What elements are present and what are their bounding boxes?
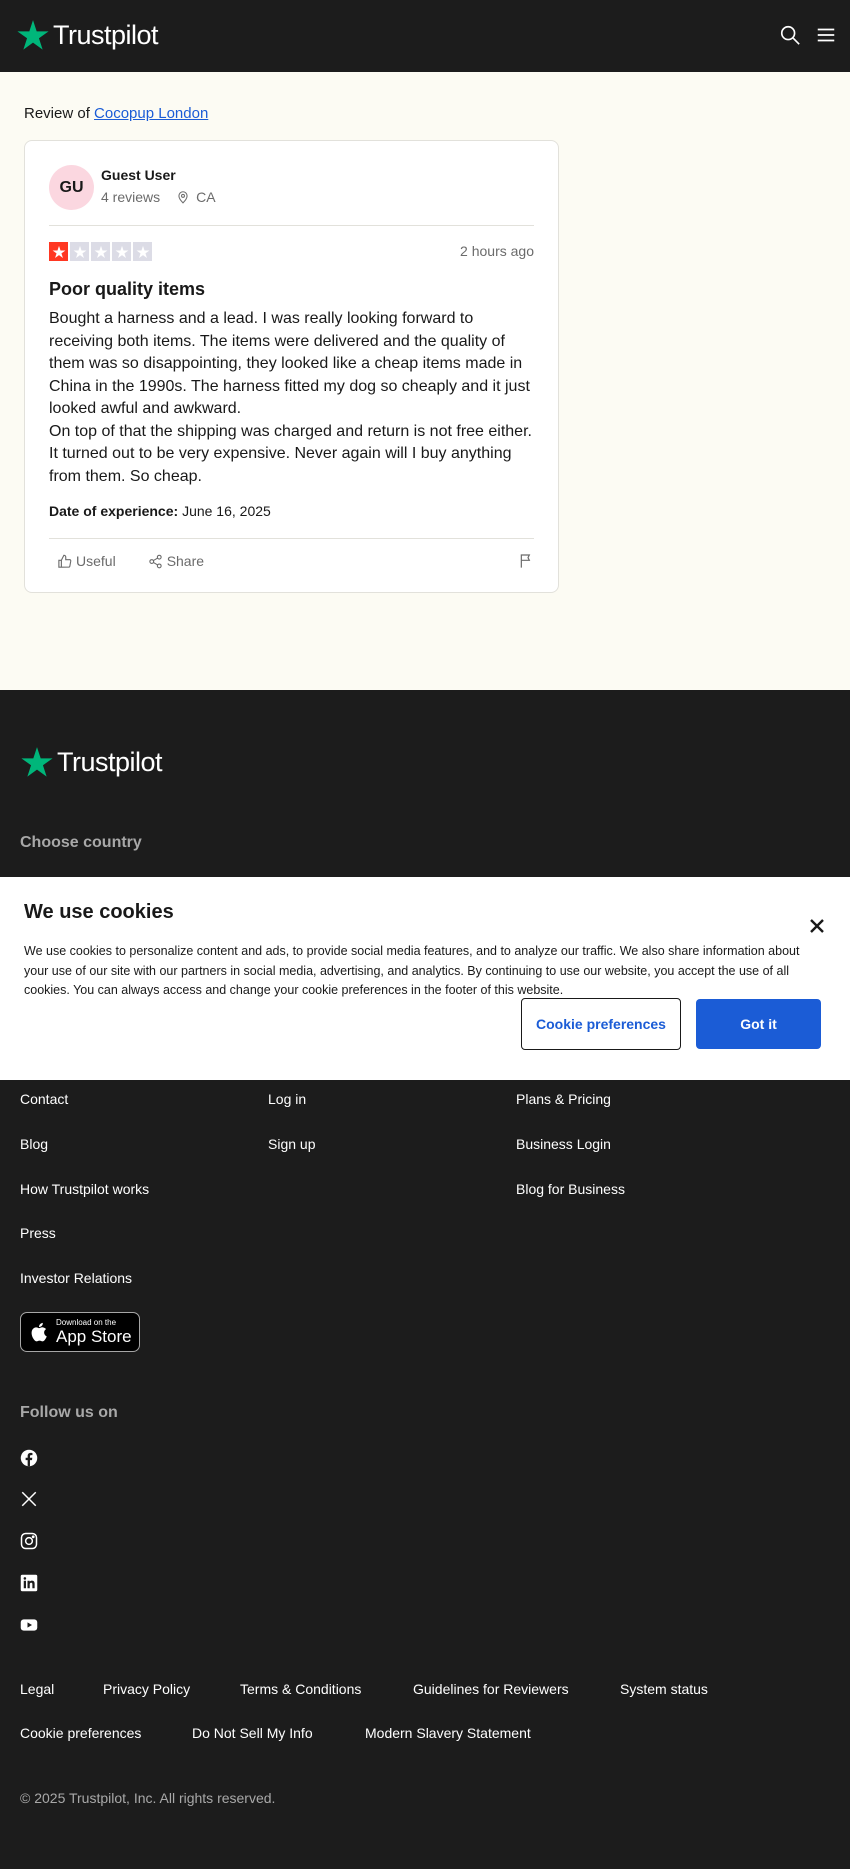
reviewer-meta: 4 reviews CA bbox=[101, 189, 216, 205]
site-footer: Trustpilot Choose country Contact Blog H… bbox=[0, 690, 850, 1869]
trustpilot-star-icon bbox=[17, 20, 49, 50]
star-filled bbox=[49, 242, 68, 261]
location-pin-icon bbox=[178, 191, 188, 204]
cookie-title: We use cookies bbox=[24, 901, 174, 923]
hamburger-menu-icon[interactable] bbox=[815, 24, 837, 46]
footer-link-blog-business[interactable]: Blog for Business bbox=[516, 1181, 625, 1197]
date-value: June 16, 2025 bbox=[182, 503, 271, 519]
review-body-paragraph: On top of that the shipping was charged … bbox=[49, 422, 532, 485]
legal-link-legal[interactable]: Legal bbox=[20, 1681, 54, 1697]
app-store-line1: Download on the bbox=[56, 1318, 117, 1327]
apple-icon bbox=[31, 1322, 47, 1342]
card-divider bbox=[49, 538, 534, 539]
main-content: Review of Cocopup London GU Guest User 4… bbox=[0, 72, 850, 690]
footer-trustpilot-logo[interactable]: Trustpilot bbox=[20, 745, 163, 779]
share-button[interactable]: Share bbox=[140, 553, 204, 569]
footer-link-plans-pricing[interactable]: Plans & Pricing bbox=[516, 1091, 611, 1107]
instagram-icon[interactable] bbox=[20, 1532, 38, 1550]
date-of-experience: Date of experience: June 16, 2025 bbox=[49, 503, 271, 519]
logo-wordmark: Trustpilot bbox=[57, 746, 163, 777]
useful-label: Useful bbox=[76, 553, 116, 569]
cookie-banner: We use cookies We use cookies to persona… bbox=[0, 877, 850, 1080]
app-store-text: Download on the App Store bbox=[56, 1318, 132, 1346]
footer-link-signup[interactable]: Sign up bbox=[268, 1136, 315, 1152]
card-divider bbox=[49, 225, 534, 226]
review-body-paragraph: Bought a harness and a lead. I was reall… bbox=[49, 310, 530, 417]
review-of-prefix: Review of bbox=[24, 105, 90, 122]
share-icon bbox=[149, 554, 162, 568]
x-icon[interactable] bbox=[20, 1490, 38, 1508]
footer-link-press[interactable]: Press bbox=[20, 1225, 56, 1241]
star-empty bbox=[133, 242, 152, 261]
reviewer-name[interactable]: Guest User bbox=[101, 167, 176, 183]
logo-wordmark: Trustpilot bbox=[53, 19, 159, 50]
youtube-icon[interactable] bbox=[20, 1616, 38, 1634]
linkedin-icon[interactable] bbox=[20, 1574, 38, 1592]
company-link[interactable]: Cocopup London bbox=[94, 105, 208, 122]
follow-us-heading: Follow us on bbox=[20, 1404, 118, 1421]
reviewer-location: CA bbox=[196, 189, 216, 205]
footer-link-how-it-works[interactable]: How Trustpilot works bbox=[20, 1181, 149, 1197]
avatar[interactable]: GU bbox=[49, 165, 94, 210]
footer-link-business-login[interactable]: Business Login bbox=[516, 1136, 611, 1152]
choose-country[interactable]: Choose country bbox=[20, 834, 142, 852]
star-empty bbox=[91, 242, 110, 261]
legal-link-privacy[interactable]: Privacy Policy bbox=[103, 1681, 190, 1697]
copyright: © 2025 Trustpilot, Inc. All rights reser… bbox=[20, 1790, 276, 1806]
legal-link-cookie-preferences[interactable]: Cookie preferences bbox=[20, 1725, 141, 1741]
legal-link-guidelines[interactable]: Guidelines for Reviewers bbox=[413, 1681, 569, 1697]
app-store-line2: App Store bbox=[56, 1327, 132, 1346]
cookie-preferences-button[interactable]: Cookie preferences bbox=[521, 998, 681, 1050]
star-empty bbox=[112, 242, 131, 261]
legal-link-system-status[interactable]: System status bbox=[620, 1681, 708, 1697]
legal-link-terms[interactable]: Terms & Conditions bbox=[240, 1681, 361, 1697]
site-header: Trustpilot bbox=[0, 0, 850, 72]
star-rating bbox=[49, 242, 152, 261]
facebook-icon[interactable] bbox=[20, 1449, 38, 1467]
review-card: GU Guest User 4 reviews CA 2 hours ago P… bbox=[24, 140, 559, 593]
flag-icon[interactable] bbox=[518, 553, 534, 569]
review-title[interactable]: Poor quality items bbox=[49, 279, 205, 300]
review-of-line: Review of Cocopup London bbox=[24, 105, 208, 122]
footer-link-blog[interactable]: Blog bbox=[20, 1136, 48, 1152]
trustpilot-star-icon bbox=[21, 747, 53, 777]
thumbs-up-icon bbox=[58, 554, 72, 568]
legal-link-do-not-sell[interactable]: Do Not Sell My Info bbox=[192, 1725, 313, 1741]
useful-button[interactable]: Useful bbox=[49, 553, 116, 569]
accept-cookies-button[interactable]: Got it bbox=[696, 999, 821, 1049]
footer-link-contact[interactable]: Contact bbox=[20, 1091, 68, 1107]
date-label: Date of experience: bbox=[49, 503, 179, 519]
footer-link-login[interactable]: Log in bbox=[268, 1091, 306, 1107]
review-count: 4 reviews bbox=[101, 189, 161, 205]
app-store-badge[interactable]: Download on the App Store bbox=[20, 1312, 140, 1352]
close-icon[interactable] bbox=[810, 919, 824, 933]
review-time: 2 hours ago bbox=[460, 243, 534, 259]
cookie-text: We use cookies to personalize content an… bbox=[24, 944, 800, 997]
legal-link-modern-slavery[interactable]: Modern Slavery Statement bbox=[365, 1725, 531, 1741]
footer-link-investor-relations[interactable]: Investor Relations bbox=[20, 1270, 132, 1286]
review-actions: Useful Share bbox=[49, 553, 534, 569]
star-empty bbox=[70, 242, 89, 261]
share-label: Share bbox=[166, 553, 205, 569]
trustpilot-logo[interactable]: Trustpilot bbox=[16, 18, 159, 52]
review-body: Bought a harness and a lead. I was reall… bbox=[49, 308, 539, 488]
search-icon[interactable] bbox=[779, 24, 801, 46]
